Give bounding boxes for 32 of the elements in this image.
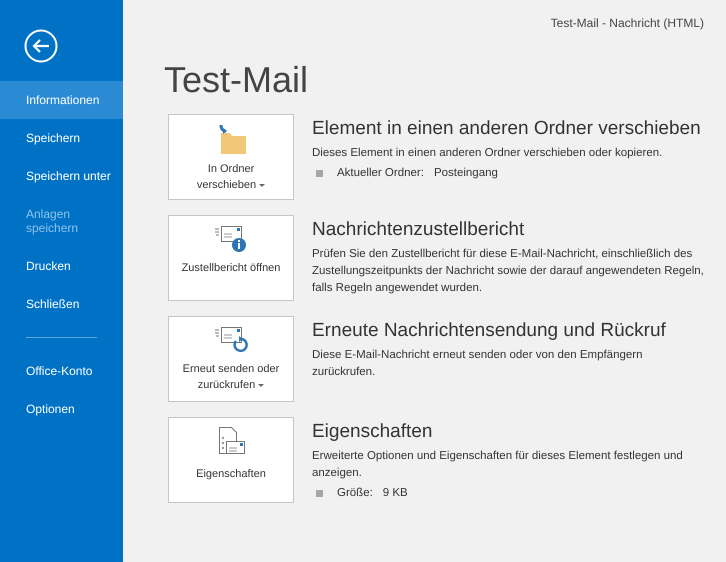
bullet-icon	[316, 490, 323, 498]
back-button[interactable]	[24, 29, 58, 63]
section-title: Erneute Nachrichtensendung und Rückruf	[312, 320, 667, 342]
section-button[interactable]: Erneut senden oder zurückrufen	[168, 316, 294, 402]
envelope-refresh-icon	[214, 325, 248, 355]
caret-icon	[258, 384, 264, 387]
sidebar-item[interactable]: Office-Konto	[0, 352, 123, 390]
sidebar-item[interactable]: Optionen	[0, 390, 123, 428]
detail-value: 9 KB	[382, 486, 408, 501]
sidebar-item[interactable]: Drucken	[0, 247, 123, 285]
section-description: Dieses Element in einen anderen Ordner verschieben oder kopieren.	[312, 146, 664, 161]
section-button[interactable]: Eigenschaften	[168, 417, 294, 503]
section-description: Erweiterte Optionen und Eigenschaften für dieses Element festlegen und anzeigen.	[312, 449, 684, 481]
section-button[interactable]: In Ordner verschieben	[168, 114, 294, 200]
section-description: Prüfen Sie den Zustellbericht für diese E-Mail-Nachricht, einschließlich des Zustellungszeitpunkts der Nachricht sowie der darauf angewendeten Regeln, falls Regeln angewendet wurden.	[312, 247, 705, 296]
detail-value: Posteingang	[434, 166, 498, 181]
sidebar-item[interactable]: Speichern	[0, 119, 123, 157]
sidebar-item[interactable]: Informationen	[0, 81, 123, 119]
detail-label: Aktueller Ordner:	[337, 166, 424, 181]
envelope-info-icon	[214, 224, 248, 254]
caret-icon	[259, 184, 266, 187]
window-title: Test-Mail - Nachricht (HTML)	[550, 15, 704, 32]
section-description: Diese E-Mail-Nachricht erneut senden oder von den Empfängern zurückrufen.	[312, 348, 644, 380]
sidebar-item[interactable]: Schließen	[0, 285, 123, 323]
sidebar-item[interactable]: Speichern unter	[0, 157, 123, 195]
section-title: Eigenschaften	[312, 421, 434, 443]
section-title: Nachrichtenzustellbericht	[312, 219, 526, 241]
page-heading: Test-Mail	[164, 60, 310, 100]
bullet-icon	[316, 170, 323, 178]
detail-label: Größe:	[337, 486, 373, 501]
section-title: Element in einen anderen Ordner verschieben	[312, 118, 702, 140]
section-button[interactable]: Zustellbericht öffnen	[168, 215, 294, 301]
